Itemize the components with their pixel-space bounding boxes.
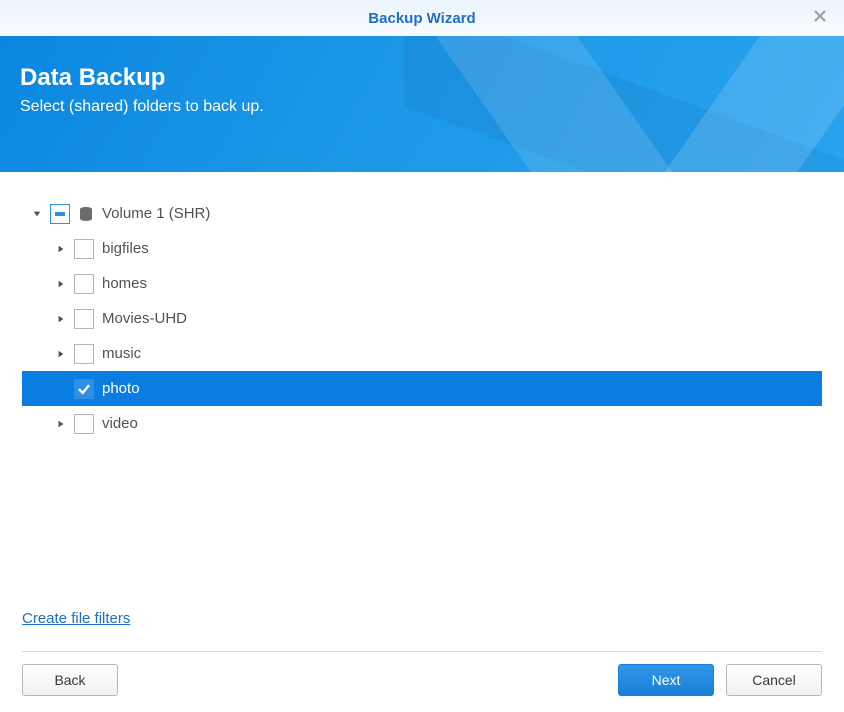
tree-item-label: photo — [102, 380, 140, 397]
checkbox[interactable] — [74, 414, 94, 434]
tree-item-label: bigfiles — [102, 240, 149, 257]
page-subtitle: Select (shared) folders to back up. — [20, 98, 824, 116]
checkbox[interactable] — [74, 239, 94, 259]
checkbox[interactable] — [74, 274, 94, 294]
checkbox[interactable] — [74, 379, 94, 399]
content-area: Volume 1 (SHR) bigfiles homes Movies-UHD mus… — [0, 172, 844, 637]
window-title: Backup Wizard — [368, 10, 475, 27]
tree-item-label: Movies-UHD — [102, 310, 187, 327]
caret-right-icon[interactable] — [54, 420, 68, 428]
checkbox[interactable] — [74, 309, 94, 329]
title-bar: Backup Wizard — [0, 0, 844, 36]
tree-item-movies-uhd[interactable]: Movies-UHD — [22, 301, 822, 336]
tree-item-video[interactable]: video — [22, 406, 822, 441]
tree-item-label: Volume 1 (SHR) — [102, 205, 210, 222]
tree-item-label: homes — [102, 275, 147, 292]
close-icon[interactable] — [812, 8, 830, 26]
volume-icon — [78, 205, 96, 223]
tree-item-label: music — [102, 345, 141, 362]
tree-item-bigfiles[interactable]: bigfiles — [22, 231, 822, 266]
page-title: Data Backup — [20, 64, 824, 92]
footer: Back Next Cancel — [0, 652, 844, 696]
create-file-filters-link[interactable]: Create file filters — [22, 610, 130, 627]
hero-banner: Data Backup Select (shared) folders to b… — [0, 36, 844, 172]
next-button[interactable]: Next — [618, 664, 714, 696]
tree-item-label: video — [102, 415, 138, 432]
checkbox[interactable] — [74, 344, 94, 364]
back-button[interactable]: Back — [22, 664, 118, 696]
tree-item-homes[interactable]: homes — [22, 266, 822, 301]
caret-right-icon[interactable] — [54, 350, 68, 358]
tree-root-volume[interactable]: Volume 1 (SHR) — [22, 196, 822, 231]
tree-item-photo[interactable]: photo — [22, 371, 822, 406]
caret-down-icon[interactable] — [30, 210, 44, 218]
cancel-button[interactable]: Cancel — [726, 664, 822, 696]
folder-tree: Volume 1 (SHR) bigfiles homes Movies-UHD mus… — [22, 196, 822, 606]
caret-right-icon[interactable] — [54, 245, 68, 253]
caret-right-icon[interactable] — [54, 315, 68, 323]
checkbox-partial[interactable] — [50, 204, 70, 224]
caret-right-icon[interactable] — [54, 280, 68, 288]
tree-item-music[interactable]: music — [22, 336, 822, 371]
